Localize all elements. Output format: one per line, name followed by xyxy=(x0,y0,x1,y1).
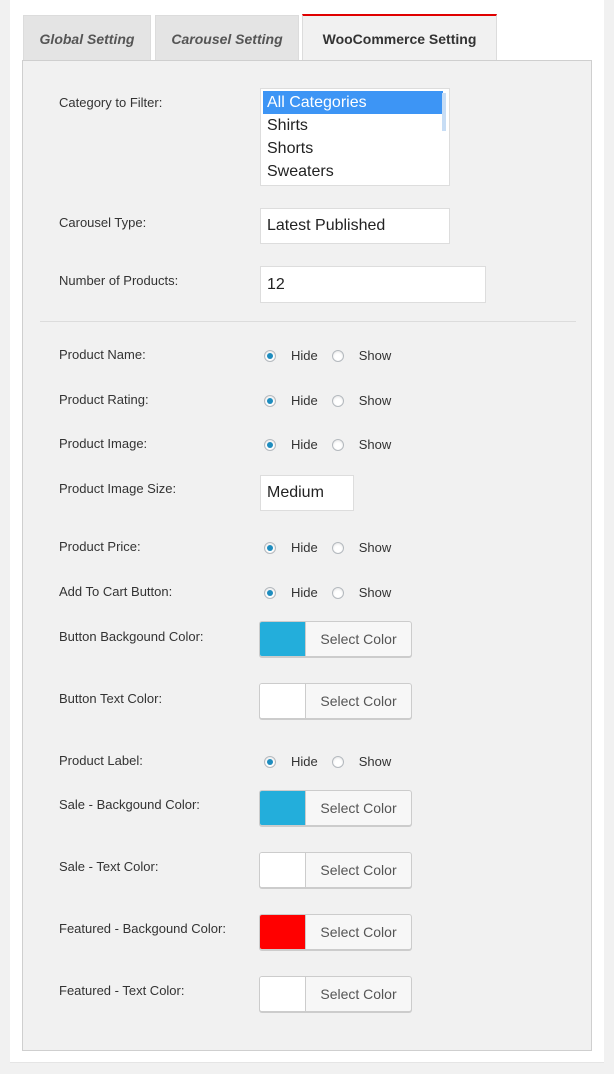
category-option-shirts[interactable]: Shirts xyxy=(263,114,443,137)
select-color-button[interactable]: Select Color xyxy=(306,915,411,949)
select-color-button[interactable]: Select Color xyxy=(306,791,411,825)
carousel-type-select[interactable]: Latest Published xyxy=(260,208,450,244)
color-swatch[interactable] xyxy=(260,977,306,1011)
product-label-radio-group: Hide Show xyxy=(264,754,391,769)
button-text-color-picker[interactable]: Select Color xyxy=(259,683,412,719)
product-price-label: Product Price: xyxy=(59,539,141,554)
sale-bg-color-picker[interactable]: Select Color xyxy=(259,790,412,826)
color-swatch[interactable] xyxy=(260,791,306,825)
add-to-cart-show-radio[interactable] xyxy=(331,586,344,599)
product-image-size-select[interactable]: Medium xyxy=(260,475,354,511)
product-price-radio-group: Hide Show xyxy=(264,540,391,555)
number-of-products-input[interactable]: 12 xyxy=(260,266,486,303)
add-to-cart-radio-group: Hide Show xyxy=(264,585,391,600)
product-rating-radio-group: Hide Show xyxy=(264,393,391,408)
tab-global-setting[interactable]: Global Setting xyxy=(23,15,151,61)
featured-bg-color-label: Featured - Backgound Color: xyxy=(59,921,226,936)
hide-option-label: Hide xyxy=(291,348,318,363)
category-option-all[interactable]: All Categories xyxy=(263,91,443,114)
select-color-button[interactable]: Select Color xyxy=(306,977,411,1011)
product-image-hide-radio[interactable] xyxy=(264,438,276,451)
category-option-sweaters[interactable]: Sweaters xyxy=(263,160,443,183)
featured-text-color-label: Featured - Text Color: xyxy=(59,983,185,998)
sale-bg-color-label: Sale - Backgound Color: xyxy=(59,797,200,812)
product-label-show-radio[interactable] xyxy=(331,755,344,768)
carousel-type-label: Carousel Type: xyxy=(59,215,147,230)
listbox-scrollbar[interactable] xyxy=(442,93,446,131)
hide-option-label: Hide xyxy=(291,585,318,600)
section-divider xyxy=(40,321,576,322)
category-filter-listbox[interactable]: All Categories Shirts Shorts Sweaters xyxy=(260,88,450,186)
product-label-hide-radio[interactable] xyxy=(264,755,276,768)
select-color-button[interactable]: Select Color xyxy=(306,684,411,718)
button-text-color-label: Button Text Color: xyxy=(59,691,163,706)
hide-option-label: Hide xyxy=(291,437,318,452)
hide-option-label: Hide xyxy=(291,754,318,769)
show-option-label: Show xyxy=(358,437,392,452)
sale-text-color-label: Sale - Text Color: xyxy=(59,859,159,874)
color-swatch[interactable] xyxy=(260,853,306,887)
product-image-radio-group: Hide Show xyxy=(264,437,391,452)
product-label-label: Product Label: xyxy=(59,753,143,768)
show-option-label: Show xyxy=(358,754,392,769)
product-rating-show-radio[interactable] xyxy=(331,394,344,407)
category-filter-label: Category to Filter: xyxy=(59,95,163,110)
color-swatch[interactable] xyxy=(260,622,306,656)
product-name-show-radio[interactable] xyxy=(331,349,344,362)
sale-text-color-picker[interactable]: Select Color xyxy=(259,852,412,888)
product-name-hide-radio[interactable] xyxy=(264,349,276,362)
featured-bg-color-picker[interactable]: Select Color xyxy=(259,914,412,950)
product-image-size-label: Product Image Size: xyxy=(59,481,177,496)
show-option-label: Show xyxy=(358,348,392,363)
color-swatch[interactable] xyxy=(260,684,306,718)
number-of-products-label: Number of Products: xyxy=(59,273,179,288)
tab-woocommerce-setting[interactable]: WooCommerce Setting xyxy=(302,14,497,61)
add-to-cart-hide-radio[interactable] xyxy=(264,586,276,599)
product-price-hide-radio[interactable] xyxy=(264,541,276,554)
product-name-radio-group: Hide Show xyxy=(264,348,391,363)
product-image-label: Product Image: xyxy=(59,436,148,451)
category-option-shorts[interactable]: Shorts xyxy=(263,137,443,160)
add-to-cart-label: Add To Cart Button: xyxy=(59,584,173,599)
featured-text-color-picker[interactable]: Select Color xyxy=(259,976,412,1012)
product-rating-label: Product Rating: xyxy=(59,392,149,407)
button-bg-color-picker[interactable]: Select Color xyxy=(259,621,412,657)
product-image-show-radio[interactable] xyxy=(331,438,344,451)
select-color-button[interactable]: Select Color xyxy=(306,853,411,887)
product-price-show-radio[interactable] xyxy=(331,541,344,554)
button-bg-color-label: Button Backgound Color: xyxy=(59,629,204,644)
product-rating-hide-radio[interactable] xyxy=(264,394,276,407)
show-option-label: Show xyxy=(358,540,392,555)
select-color-button[interactable]: Select Color xyxy=(306,622,411,656)
color-swatch[interactable] xyxy=(260,915,306,949)
tab-carousel-setting[interactable]: Carousel Setting xyxy=(155,15,299,61)
product-name-label: Product Name: xyxy=(59,347,146,362)
hide-option-label: Hide xyxy=(291,540,318,555)
show-option-label: Show xyxy=(358,585,392,600)
show-option-label: Show xyxy=(358,393,392,408)
hide-option-label: Hide xyxy=(291,393,318,408)
